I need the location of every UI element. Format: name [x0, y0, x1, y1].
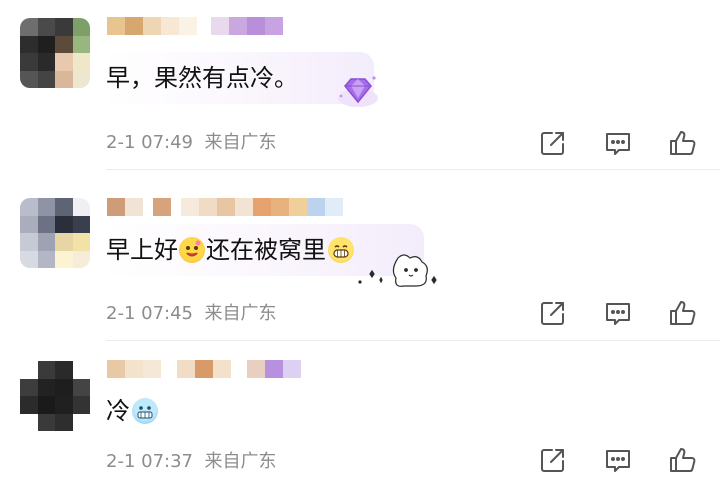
comment-actions — [538, 445, 698, 475]
comment-text-content: 冷 — [106, 397, 130, 425]
comment-item: 早，果然有点冷。 2-1 07:49 来自广东 — [0, 0, 720, 170]
comment-text-content: 早，果然有点冷。 — [106, 64, 298, 92]
cute-bear-sticker-icon — [356, 250, 440, 294]
avatar[interactable] — [20, 361, 90, 431]
like-icon[interactable] — [668, 445, 698, 475]
username[interactable] — [107, 17, 283, 35]
comment-time: 2-1 07:49 — [106, 132, 193, 153]
comment-location: 来自广东 — [204, 451, 277, 472]
avatar[interactable] — [20, 18, 90, 88]
freezing-face-emoji-icon — [132, 398, 158, 424]
comment-icon[interactable] — [603, 445, 633, 475]
comment-actions — [538, 298, 698, 328]
grin-emoji-icon — [328, 237, 354, 263]
comment-meta: 2-1 07:37 来自广东 — [106, 451, 276, 473]
comment-text: 冷 — [106, 395, 159, 427]
username[interactable] — [107, 198, 343, 216]
share-icon[interactable] — [538, 445, 568, 475]
like-icon[interactable] — [668, 298, 698, 328]
avatar[interactable] — [20, 198, 90, 268]
comment-icon[interactable] — [603, 298, 633, 328]
comment-text: 早，果然有点冷。 — [106, 62, 298, 94]
comment-item: 早上好 还在被窝里 2-1 07:45 来自广东 — [0, 170, 720, 340]
comment-time: 2-1 07:45 — [106, 303, 193, 324]
comment-meta: 2-1 07:49 来自广东 — [106, 132, 276, 154]
comment-item: 冷 2-1 07:37 来自广东 — [0, 341, 720, 485]
sun-smile-emoji-icon — [179, 237, 205, 263]
comment-text-after: 还在被窝里 — [206, 236, 326, 264]
comment-text-before: 早上好 — [106, 236, 178, 264]
comment-icon[interactable] — [603, 128, 633, 158]
comment-meta: 2-1 07:45 来自广东 — [106, 303, 276, 325]
comment-actions — [538, 128, 698, 158]
like-icon[interactable] — [668, 128, 698, 158]
comment-location: 来自广东 — [204, 303, 277, 324]
comment-time: 2-1 07:37 — [106, 451, 193, 472]
share-icon[interactable] — [538, 298, 568, 328]
share-icon[interactable] — [538, 128, 568, 158]
comment-text: 早上好 还在被窝里 — [106, 234, 355, 266]
comment-location: 来自广东 — [204, 132, 277, 153]
username[interactable] — [107, 360, 301, 378]
purple-gem-badge-icon — [336, 72, 380, 114]
